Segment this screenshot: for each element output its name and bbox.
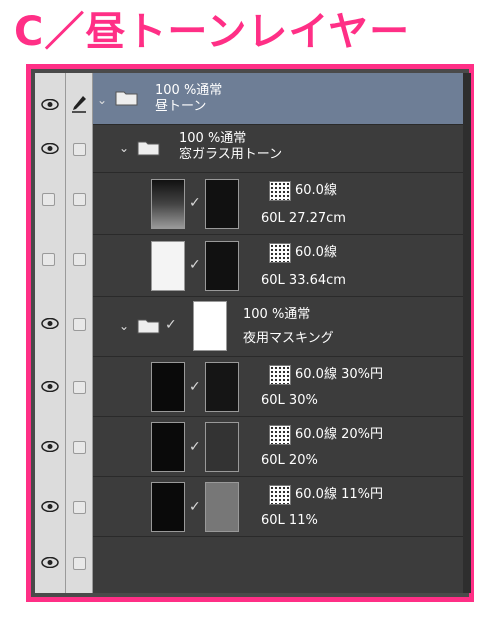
layer-row-tone[interactable]: ✓ 60.0線 11%円 60L 11% [93, 477, 465, 537]
layer-thumbnail [151, 241, 185, 291]
mask-thumbnail [205, 362, 239, 412]
folder-open-icon [137, 319, 160, 334]
check-icon: ✓ [189, 499, 201, 515]
tone-icon [269, 485, 291, 505]
layer-row-tone[interactable]: ✓ 60.0線 60L 33.64cm [93, 235, 465, 297]
tone-info: 60L 27.27cm [261, 211, 346, 226]
mask-thumbnail [205, 179, 239, 229]
mask-thumbnail [205, 241, 239, 291]
check-icon: ✓ [189, 257, 201, 273]
lock-checkbox[interactable] [73, 318, 86, 331]
layer-row-folder[interactable]: ⌄ 100 %通常 昼トーン [93, 73, 465, 125]
lock-checkbox[interactable] [73, 193, 86, 206]
mask-thumbnail [205, 422, 239, 472]
lock-checkbox[interactable] [73, 253, 86, 266]
folder-icon [137, 141, 160, 156]
tone-settings: 60.0線 11%円 [295, 487, 383, 502]
tone-settings: 60.0線 [295, 245, 337, 260]
layer-blend: 100 %通常 [179, 131, 247, 146]
layer-name: 昼トーン [155, 99, 207, 114]
mask-thumbnail [193, 301, 227, 351]
layer-name: 夜用マスキング [243, 331, 334, 346]
layer-row-folder[interactable]: ⌄ 100 %通常 窓ガラス用トーン [93, 125, 465, 173]
eye-icon[interactable] [41, 318, 59, 329]
visibility-checkbox[interactable] [42, 193, 55, 206]
lock-checkbox[interactable] [73, 143, 86, 156]
layer-thumbnail [151, 362, 185, 412]
eye-icon[interactable] [41, 99, 59, 110]
eye-icon[interactable] [41, 143, 59, 154]
layer-blend: 100 %通常 [155, 83, 223, 98]
lock-checkbox[interactable] [73, 557, 86, 570]
layer-thumbnail [151, 179, 185, 229]
tone-icon [269, 181, 291, 201]
eye-icon[interactable] [41, 557, 59, 568]
eye-icon[interactable] [41, 381, 59, 392]
layer-row-tone[interactable]: ✓ 60.0線 30%円 60L 30% [93, 357, 465, 417]
visibility-checkbox[interactable] [42, 253, 55, 266]
lock-checkbox[interactable] [73, 381, 86, 394]
scrollbar[interactable] [463, 73, 471, 593]
chevron-down-icon[interactable]: ⌄ [97, 93, 107, 107]
lock-checkbox[interactable] [73, 501, 86, 514]
folder-open-icon [115, 91, 138, 106]
layer-name: 窓ガラス用トーン [179, 147, 283, 162]
check-icon: ✓ [165, 317, 177, 333]
layer-blend: 100 %通常 [243, 307, 311, 322]
eye-icon[interactable] [41, 441, 59, 452]
tone-icon [269, 365, 291, 385]
check-icon: ✓ [189, 379, 201, 395]
tone-info: 60L 20% [261, 453, 318, 468]
layer-list: ⌄ 100 %通常 昼トーン ⌄ 100 %通常 窓ガラス用トーン ✓ 60.0… [93, 73, 465, 593]
chevron-down-icon[interactable]: ⌄ [119, 319, 129, 333]
check-icon: ✓ [189, 195, 201, 211]
tone-icon [269, 425, 291, 445]
layer-panel: ⌄ 100 %通常 昼トーン ⌄ 100 %通常 窓ガラス用トーン ✓ 60.0… [35, 73, 465, 593]
layer-thumbnail [151, 482, 185, 532]
layer-row-tone[interactable]: ✓ 60.0線 60L 27.27cm [93, 173, 465, 235]
chevron-down-icon[interactable]: ⌄ [119, 141, 129, 155]
tone-settings: 60.0線 20%円 [295, 427, 383, 442]
tone-info: 60L 11% [261, 513, 318, 528]
mask-thumbnail [205, 482, 239, 532]
layer-panel-frame: ⌄ 100 %通常 昼トーン ⌄ 100 %通常 窓ガラス用トーン ✓ 60.0… [26, 64, 474, 602]
layer-row-folder[interactable]: ⌄ ✓ 100 %通常 夜用マスキング [93, 297, 465, 357]
eye-icon[interactable] [41, 501, 59, 512]
tone-info: 60L 30% [261, 393, 318, 408]
tone-settings: 60.0線 [295, 183, 337, 198]
check-icon: ✓ [189, 439, 201, 455]
layer-thumbnail [151, 422, 185, 472]
tone-icon [269, 243, 291, 263]
page-title: C／昼トーンレイヤー [14, 9, 411, 55]
lock-checkbox[interactable] [73, 441, 86, 454]
tone-info: 60L 33.64cm [261, 273, 346, 288]
pen-icon[interactable] [71, 95, 87, 113]
layer-row-tone[interactable]: ✓ 60.0線 20%円 60L 20% [93, 417, 465, 477]
tone-settings: 60.0線 30%円 [295, 367, 383, 382]
